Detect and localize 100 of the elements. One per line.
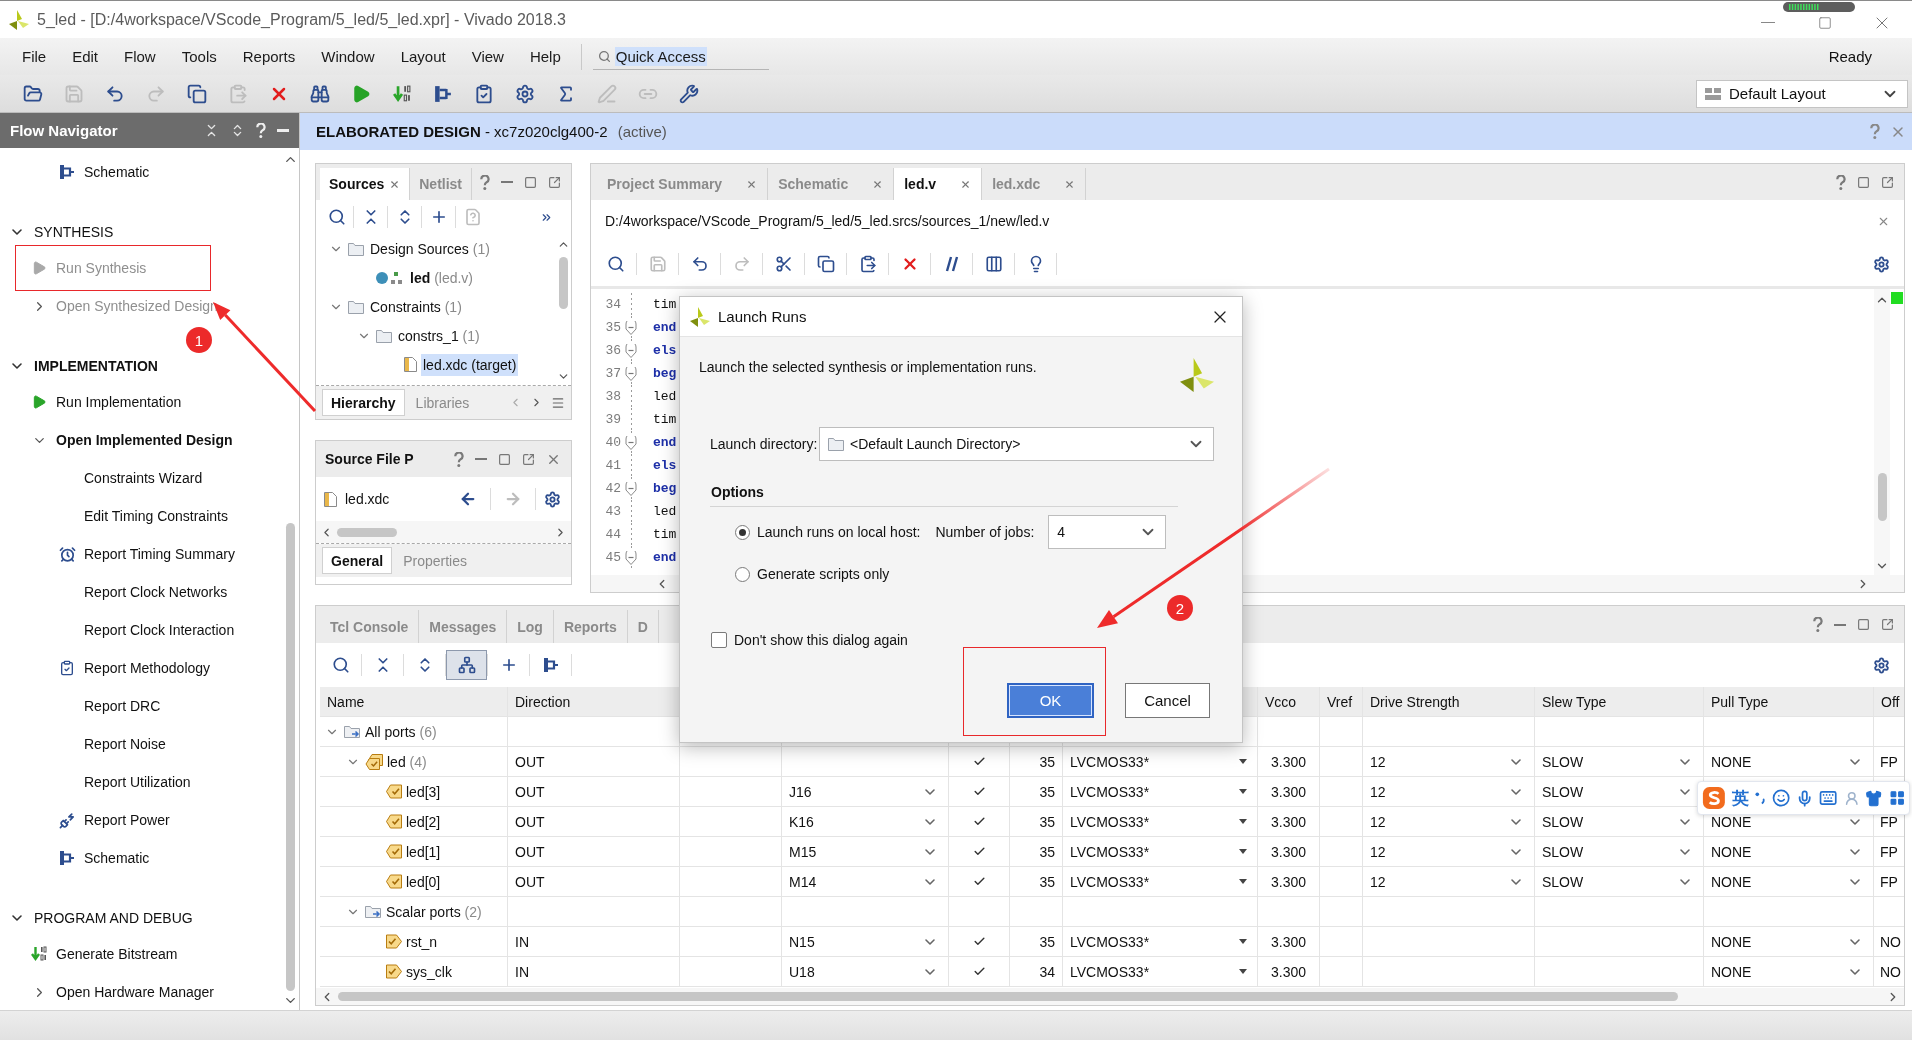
menu-item[interactable]: File — [9, 38, 60, 75]
flow-link[interactable]: Report Power — [84, 812, 170, 828]
port-name[interactable]: led[1] — [406, 843, 441, 860]
flow-link[interactable]: Report Clock Networks — [84, 584, 228, 600]
column-header[interactable]: Vcco — [1265, 693, 1297, 710]
menu-item[interactable]: Window — [308, 38, 388, 75]
menu-icon[interactable] — [551, 395, 565, 410]
float-icon[interactable] — [548, 175, 561, 189]
option-label[interactable]: Generate scripts only — [757, 565, 890, 583]
help-icon[interactable] — [1836, 174, 1846, 190]
fold-marker-icon[interactable] — [625, 320, 637, 335]
fold-marker-icon[interactable] — [625, 550, 637, 565]
grid-icon[interactable] — [1888, 789, 1905, 807]
menu-item[interactable]: Edit — [59, 38, 112, 75]
punctuation-icon[interactable] — [1754, 791, 1766, 805]
tree-item[interactable]: Constraints (1) — [368, 295, 464, 318]
flow-link[interactable]: Open Implemented Design — [56, 432, 233, 448]
fold-marker-icon[interactable] — [625, 343, 637, 358]
cancel-button[interactable]: Cancel — [1125, 683, 1210, 718]
tree-item[interactable]: Design Sources (1) — [368, 237, 492, 260]
help-icon[interactable] — [454, 451, 464, 467]
panel-tab[interactable]: General — [322, 547, 393, 574]
port-name[interactable]: Scalar ports (2) — [386, 903, 482, 920]
input-mode[interactable]: 英 — [1731, 786, 1749, 810]
tree-item[interactable]: led.xdc (target) — [421, 353, 519, 376]
checkbox-label[interactable]: Don't show this dialog again — [734, 631, 908, 649]
maximize-icon[interactable] — [498, 452, 511, 466]
column-header[interactable]: Off — [1881, 693, 1900, 710]
radio-button[interactable] — [735, 566, 750, 582]
caret-down-icon[interactable] — [1239, 759, 1247, 764]
maximize-icon[interactable] — [524, 175, 537, 189]
help-icon[interactable] — [1870, 124, 1880, 139]
checkbox[interactable] — [711, 632, 727, 648]
section-heading[interactable]: PROGRAM AND DEBUG — [34, 910, 193, 926]
flow-link[interactable]: Report Clock Interaction — [84, 622, 235, 638]
menu-item[interactable]: Reports — [229, 38, 309, 75]
float-icon[interactable] — [1881, 175, 1894, 189]
flow-link[interactable]: Schematic — [84, 164, 150, 180]
menu-item[interactable]: Flow — [111, 38, 169, 75]
column-header[interactable]: Drive Strength — [1370, 693, 1460, 710]
panel-tab[interactable]: Sources — [320, 168, 411, 200]
settings-icon[interactable] — [544, 490, 561, 508]
panel-tab[interactable]: Hierarchy — [322, 389, 405, 416]
fold-marker-icon[interactable] — [625, 366, 637, 381]
keyboard-icon[interactable] — [1819, 788, 1838, 808]
scrollbar-thumb[interactable] — [1877, 473, 1887, 521]
port-name[interactable]: led[2] — [406, 813, 441, 830]
flow-link[interactable]: Generate Bitstream — [56, 946, 178, 962]
menu-item[interactable]: Help — [516, 38, 574, 75]
float-icon[interactable] — [1881, 618, 1894, 631]
caret-down-icon[interactable] — [1239, 939, 1247, 944]
fold-marker-icon[interactable] — [625, 435, 637, 450]
menu-item[interactable]: Tools — [168, 38, 230, 75]
radio-button[interactable] — [735, 524, 750, 540]
caret-down-icon[interactable] — [1239, 969, 1247, 974]
ok-button[interactable]: OK — [1007, 683, 1094, 718]
menu-item[interactable]: Layout — [387, 38, 459, 75]
flow-link[interactable]: Report DRC — [84, 698, 161, 714]
caret-down-icon[interactable] — [1239, 819, 1247, 824]
scrollbar-thumb[interactable] — [559, 257, 568, 309]
column-header[interactable]: Slew Type — [1542, 693, 1607, 710]
flow-link[interactable]: Report Utilization — [84, 774, 191, 790]
help-icon[interactable] — [256, 123, 266, 138]
menu-item[interactable]: View — [458, 38, 517, 75]
scrollbar-thumb[interactable] — [286, 523, 295, 991]
hierarchy-button[interactable] — [446, 650, 487, 680]
editor-tab[interactable]: led.v — [894, 168, 983, 200]
port-name[interactable]: rst_n — [406, 933, 438, 950]
smiley-icon[interactable] — [1771, 788, 1790, 808]
layout-dropdown[interactable]: Default Layout — [1696, 79, 1908, 108]
section-heading[interactable]: IMPLEMENTATION — [34, 358, 158, 374]
flow-link[interactable]: Constraints Wizard — [84, 470, 203, 486]
section-heading[interactable]: SYNTHESIS — [34, 224, 114, 240]
caret-down-icon[interactable] — [1239, 849, 1247, 854]
port-name[interactable]: led (4) — [387, 753, 427, 770]
scrollbar-thumb[interactable] — [337, 527, 397, 537]
tree-item[interactable]: led (led.v) — [408, 266, 476, 289]
flow-link[interactable]: Open Hardware Manager — [56, 984, 214, 1000]
help-icon[interactable] — [480, 174, 490, 190]
flow-link[interactable]: Report Timing Summary — [84, 546, 235, 562]
fold-marker-icon[interactable] — [625, 481, 637, 496]
option-label[interactable]: Launch runs on local host: — [757, 523, 921, 541]
shirt-icon[interactable] — [1865, 788, 1883, 808]
float-icon[interactable] — [522, 452, 535, 466]
flow-link[interactable]: Report Methodology — [84, 660, 211, 676]
port-name[interactable]: sys_clk — [406, 963, 452, 980]
microphone-icon[interactable] — [1796, 788, 1814, 808]
flow-link[interactable]: Edit Timing Constraints — [84, 508, 228, 524]
port-name[interactable]: led[0] — [406, 873, 441, 890]
flow-link[interactable]: Schematic — [84, 850, 150, 866]
column-header[interactable]: Pull Type — [1711, 693, 1769, 710]
maximize-icon[interactable] — [1857, 175, 1870, 189]
caret-down-icon[interactable] — [1239, 789, 1247, 794]
port-name[interactable]: All ports (6) — [365, 723, 437, 740]
help-icon[interactable] — [1813, 617, 1823, 632]
tree-item[interactable]: constrs_1 (1) — [396, 324, 482, 347]
scrollbar-thumb[interactable] — [338, 992, 1678, 1001]
column-header[interactable]: Name — [327, 693, 365, 710]
column-header[interactable]: Direction — [515, 693, 571, 710]
jobs-dropdown[interactable]: 4 — [1048, 515, 1167, 549]
